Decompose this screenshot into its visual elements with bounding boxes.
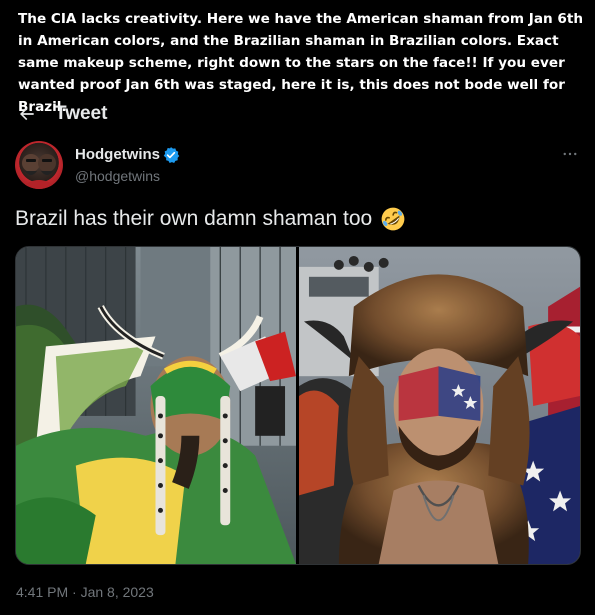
brazil-shaman-photo[interactable] [16,247,296,564]
verified-badge-icon [163,147,180,163]
avatar[interactable] [15,141,63,189]
tweet-timestamp[interactable]: 4:41 PM · Jan 8, 2023 [16,584,154,600]
tweet-author: Hodgetwins @hodgetwins [15,141,581,191]
author-handle[interactable]: @hodgetwins [75,168,160,184]
tweet-media [15,246,581,565]
tweet-header: Tweet [17,101,107,127]
tweet-text: Brazil has their own damn shaman too [15,207,373,230]
author-name[interactable]: Hodgetwins [75,146,160,163]
more-options-icon[interactable] [561,145,579,163]
page-title: Tweet [55,103,108,124]
tweet-text-row: Brazil has their own damn shaman too [15,206,406,232]
rolling-on-floor-laughing-icon [381,207,405,231]
jan6-shaman-photo[interactable] [299,247,580,564]
arrow-left-icon[interactable] [17,104,37,124]
